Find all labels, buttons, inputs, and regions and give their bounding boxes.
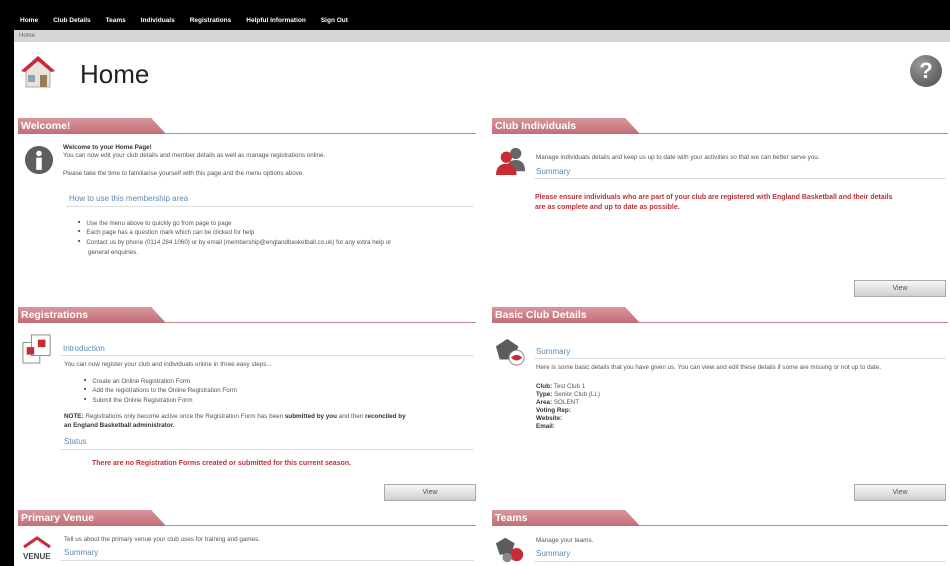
panel-title: Basic Club Details bbox=[495, 309, 587, 321]
nav-home[interactable]: Home bbox=[20, 17, 38, 24]
website-field: Website: bbox=[536, 415, 563, 422]
venue-line: Tell us about the primary venue your clu… bbox=[64, 536, 261, 543]
registrations-panel: Registrations Introduction You can now r… bbox=[18, 307, 476, 501]
voting-rep-field: Voting Rep: bbox=[536, 407, 571, 414]
help-icon[interactable]: ? bbox=[910, 55, 942, 87]
teams-line: Manage your teams. bbox=[536, 537, 594, 544]
panel-title: Welcome! bbox=[21, 120, 71, 132]
basic-club-details-panel: Basic Club Details Summary Here is some … bbox=[492, 307, 948, 501]
info-icon bbox=[24, 145, 54, 175]
nav-teams[interactable]: Teams bbox=[106, 17, 126, 24]
welcome-line: Please take the time to familiarise your… bbox=[63, 170, 305, 177]
welcome-heading: Welcome to your Home Page! bbox=[63, 144, 152, 151]
view-button[interactable]: View bbox=[854, 280, 946, 297]
list-item: Use the menu above to quickly go from pa… bbox=[78, 219, 391, 228]
warning-text: Please ensure individuals who are part o… bbox=[535, 194, 893, 201]
panel-header: Welcome! bbox=[18, 118, 476, 134]
list-item-continuation: general enquiries. bbox=[88, 249, 139, 256]
registrations-line: You can now register your club and indiv… bbox=[64, 361, 272, 368]
nav-helpful-information[interactable]: Helpful Information bbox=[246, 17, 306, 24]
view-button[interactable]: View bbox=[384, 484, 476, 501]
nav-individuals[interactable]: Individuals bbox=[141, 17, 175, 24]
basic-line: Here is some basic details that you have… bbox=[536, 364, 882, 371]
users-icon bbox=[496, 147, 526, 175]
venue-icon-text: VENUE bbox=[23, 552, 51, 561]
note-text: an England Basketball administrator. bbox=[64, 422, 175, 429]
view-button[interactable]: View bbox=[854, 484, 946, 501]
panel-title: Primary Venue bbox=[21, 512, 94, 524]
summary-heading: Summary bbox=[536, 347, 571, 356]
individuals-line: Manage individuals details and keep us u… bbox=[536, 154, 820, 161]
teams-panel: Teams Manage your teams. Summary bbox=[492, 510, 948, 566]
list-item: Create an Online Registration Form bbox=[84, 377, 237, 386]
club-field: Club: Test Club 1 bbox=[536, 383, 586, 390]
list-item: Each page has a question mark which can … bbox=[78, 228, 391, 237]
howto-heading: How to use this membership area bbox=[69, 194, 189, 203]
nav-sign-out[interactable]: Sign Out bbox=[321, 17, 348, 24]
list-item: Contact us by phone (0114 284 1060) or b… bbox=[78, 238, 391, 247]
page-title: Home bbox=[80, 59, 150, 89]
howto-list: Use the menu above to quickly go from pa… bbox=[78, 219, 391, 247]
note-text: NOTE: Registrations only become active o… bbox=[64, 413, 406, 420]
venue-icon: VENUE bbox=[23, 536, 51, 561]
welcome-line: You can now edit your club details and m… bbox=[63, 152, 326, 159]
status-message: There are no Registration Forms created … bbox=[92, 460, 352, 467]
summary-heading: Summary bbox=[64, 548, 99, 557]
panel-header: Registrations bbox=[18, 307, 476, 323]
status-heading: Status bbox=[64, 437, 87, 446]
nav-club-details[interactable]: Club Details bbox=[53, 17, 91, 24]
list-item: Add the registrations to the Online Regi… bbox=[84, 386, 236, 395]
panel-title: Teams bbox=[495, 512, 528, 524]
email-field: Email: bbox=[536, 423, 555, 430]
club-details-icon bbox=[495, 338, 525, 366]
summary-heading: Summary bbox=[536, 549, 571, 558]
list-item: Submit the Online Registration Form bbox=[84, 396, 237, 405]
welcome-panel: Welcome! Welcome to your Home Page! You … bbox=[18, 118, 476, 292]
type-field: Type: Senior Club (LL) bbox=[536, 391, 600, 398]
panel-header: Primary Venue bbox=[18, 510, 476, 526]
breadcrumb[interactable]: Home bbox=[14, 30, 950, 42]
area-field: Area: SOLENT bbox=[536, 399, 580, 406]
primary-venue-panel: Primary Venue VENUE Tell us about the pr… bbox=[18, 510, 476, 566]
house-icon bbox=[21, 56, 55, 88]
top-navigation: Home Club Details Teams Individuals Regi… bbox=[14, 10, 950, 30]
summary-heading: Summary bbox=[536, 167, 571, 176]
panel-title: Club Individuals bbox=[495, 120, 577, 132]
panel-header: Basic Club Details bbox=[492, 307, 948, 323]
forms-icon bbox=[22, 334, 51, 364]
app-frame: Home Club Details Teams Individuals Regi… bbox=[14, 10, 950, 566]
panel-header: Teams bbox=[492, 510, 948, 526]
warning-text: are as complete and up to date as possib… bbox=[535, 204, 680, 211]
intro-heading: Introduction bbox=[63, 344, 105, 353]
panel-header: Club Individuals bbox=[492, 118, 948, 134]
page-header: Home ? bbox=[14, 42, 950, 100]
panel-title: Registrations bbox=[21, 309, 89, 321]
steps-list: Create an Online Registration Form Add t… bbox=[84, 377, 237, 405]
club-individuals-panel: Club Individuals Manage individuals deta… bbox=[492, 118, 948, 297]
nav-registrations[interactable]: Registrations bbox=[190, 17, 232, 24]
teams-icon bbox=[495, 537, 524, 563]
